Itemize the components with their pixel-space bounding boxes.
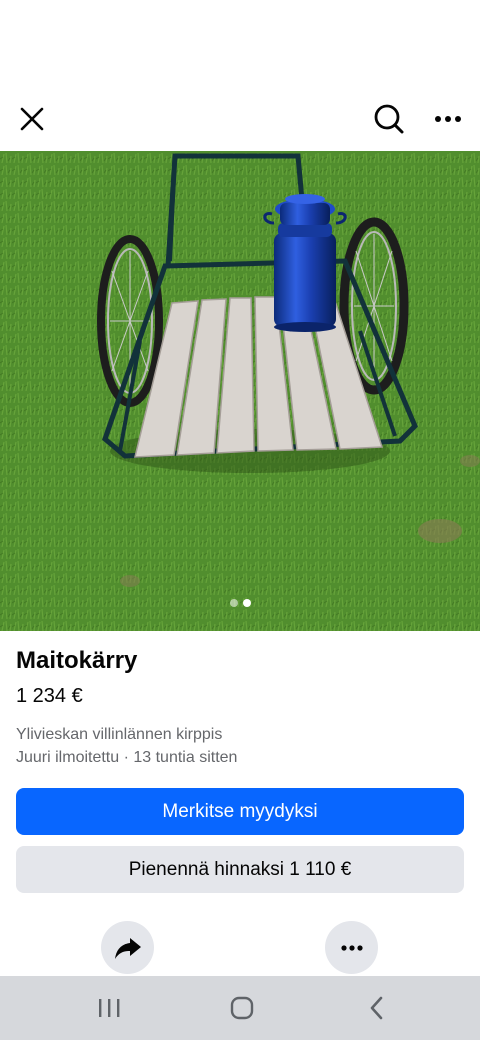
listing-price: 1 234 € [16, 685, 83, 707]
system-navigation-bar [0, 976, 480, 1040]
more-horizontal-icon [435, 116, 461, 122]
top-bar [0, 90, 480, 148]
listing-photo[interactable] [0, 151, 480, 631]
options-button[interactable] [325, 921, 378, 974]
home-icon [230, 996, 254, 1020]
mark-sold-button[interactable]: Merkitse myydyksi [16, 788, 464, 835]
search-icon [374, 104, 404, 134]
close-button[interactable] [11, 98, 53, 140]
listing-location[interactable]: Ylivieskan villinlännen kirppis [16, 723, 464, 746]
back-button[interactable] [353, 990, 401, 1026]
listing-details: Maitokärry 1 234 € Ylivieskan villinlänn… [16, 645, 464, 769]
recent-apps-button[interactable] [85, 990, 133, 1026]
recent-apps-icon [99, 999, 120, 1017]
home-button[interactable] [218, 990, 266, 1026]
share-button[interactable] [101, 921, 154, 974]
share-arrow-icon [114, 937, 141, 959]
search-button[interactable] [368, 98, 410, 140]
listing-title: Maitokärry [16, 647, 138, 674]
more-horizontal-icon [340, 944, 363, 951]
close-icon [20, 107, 44, 131]
listing-posted-time: Juuri ilmoitettu · 13 tuntia sitten [16, 749, 238, 766]
back-icon [370, 996, 383, 1020]
reduce-price-button[interactable]: Pienennä hinnaksi 1 110 € [16, 846, 464, 893]
status-bar-area [0, 0, 480, 90]
pager-dot-active[interactable] [242, 599, 251, 607]
photo-pager [0, 599, 480, 607]
pager-dot[interactable] [229, 599, 238, 607]
more-button[interactable] [427, 98, 469, 140]
